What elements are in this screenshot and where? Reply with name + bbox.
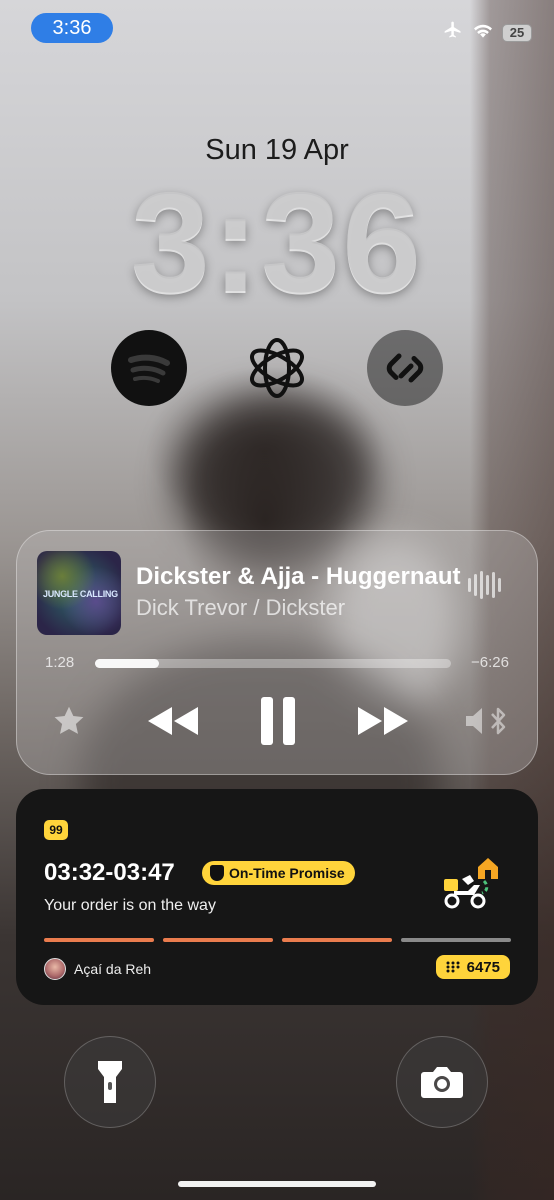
progress-segment-2 (163, 938, 273, 942)
lock-screen: 3:36 25 Sun 19 Apr 3:36 JUNGLE CALLING D… (0, 0, 554, 1200)
audio-output-button[interactable] (463, 701, 509, 741)
promise-label: On-Time Promise (229, 865, 345, 881)
status-icons: 25 (442, 20, 532, 45)
delivery-progress (44, 938, 511, 942)
keypad-dots-icon (446, 961, 460, 973)
lock-clock: 3:36 (130, 163, 424, 322)
home-indicator[interactable] (178, 1181, 376, 1187)
chatgpt-icon (250, 338, 304, 398)
delivery-code-badge: 6475 (435, 955, 510, 979)
airplane-icon (442, 20, 464, 45)
pause-icon (261, 697, 295, 745)
status-time: 3:36 (52, 16, 92, 39)
fast-forward-button[interactable] (355, 701, 411, 741)
playback-scrubber[interactable] (95, 659, 451, 668)
store-avatar (44, 958, 66, 980)
status-time-pill[interactable]: 3:36 (31, 13, 113, 43)
shield-icon (210, 865, 224, 881)
wifi-icon (472, 21, 494, 44)
rewind-button[interactable] (145, 701, 201, 741)
favorite-button[interactable] (49, 701, 89, 741)
elapsed-time: 1:28 (45, 654, 75, 671)
progress-segment-4 (401, 938, 511, 942)
track-artist: Dick Trevor / Dickster (136, 595, 346, 620)
app-badge: 99 (44, 820, 68, 840)
now-playing-widget[interactable]: JUNGLE CALLING Dickster & Ajja - Huggern… (16, 530, 538, 775)
progress-segment-1 (44, 938, 154, 942)
rewind-icon (148, 707, 198, 735)
order-status-text: Your order is on the way (44, 897, 216, 914)
album-art[interactable]: JUNGLE CALLING (37, 551, 121, 635)
fast-forward-icon (358, 707, 408, 735)
delivery-code: 6475 (466, 958, 500, 976)
speaker-bluetooth-icon (466, 707, 506, 735)
star-icon (54, 706, 84, 734)
album-art-text: JUNGLE CALLING (43, 589, 118, 599)
chatgpt-widget[interactable] (239, 330, 315, 406)
camera-button[interactable] (396, 1036, 488, 1128)
pause-button[interactable] (257, 695, 299, 747)
remaining-time: −6:26 (471, 654, 509, 671)
on-time-promise-badge: On-Time Promise (202, 861, 355, 885)
track-title: Dickster & Ajja - Huggernaut (136, 563, 461, 590)
camera-icon (421, 1067, 463, 1098)
audio-waveform-icon[interactable] (468, 571, 501, 599)
shazam-widget[interactable] (367, 330, 443, 406)
spotify-icon (128, 354, 170, 383)
progress-segment-3 (282, 938, 392, 942)
playback-progress-fill (95, 659, 160, 668)
flashlight-icon (98, 1061, 122, 1103)
delivery-eta: 03:32-03:47 (44, 859, 175, 886)
store-name: Açaí da Reh (74, 961, 152, 977)
battery-icon: 25 (502, 23, 532, 42)
spotify-widget[interactable] (111, 330, 187, 406)
battery-level: 25 (509, 25, 525, 40)
store-info: Açaí da Reh (44, 958, 151, 980)
shazam-icon (386, 353, 424, 383)
app-badge-text: 99 (49, 823, 63, 837)
flashlight-button[interactable] (64, 1036, 156, 1128)
delivery-live-activity[interactable]: 99 03:32-03:47 On-Time Promise Your orde… (16, 789, 538, 1005)
delivery-scooter-icon (440, 855, 502, 918)
